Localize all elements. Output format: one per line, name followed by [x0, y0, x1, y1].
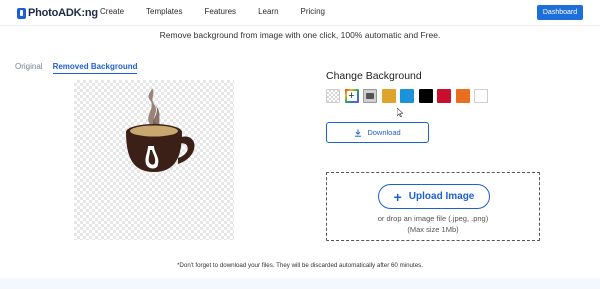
page-subtitle: Remove background from image with one cl… — [159, 30, 441, 40]
plus-icon: + — [348, 90, 355, 102]
dashboard-button[interactable]: Dashboard — [537, 5, 583, 20]
drop-hint: or drop an image file (.jpeg, .png) — [377, 214, 489, 223]
footer-band — [0, 278, 600, 289]
top-navbar: PhotoADK:ng Create Templates Features Le… — [0, 0, 600, 26]
mouse-cursor-icon — [397, 108, 403, 117]
swatch-white[interactable] — [474, 89, 488, 103]
logo-text: PhotoADK:ng — [28, 7, 98, 19]
footnote: *Don't forget to download your files. Th… — [177, 262, 423, 269]
plus-icon: + — [393, 188, 402, 205]
swatch-image[interactable] — [363, 89, 377, 103]
view-tabs: Original Removed Background — [15, 62, 147, 74]
upload-image-button[interactable]: + Upload Image — [378, 184, 490, 209]
logo-icon — [17, 7, 26, 19]
swatch-orange[interactable] — [455, 89, 470, 103]
nav-link-pricing[interactable]: Pricing — [301, 7, 325, 16]
swatch-yellow[interactable] — [381, 89, 396, 103]
nav-links: Create Templates Features Learn Pricing — [100, 7, 347, 16]
image-icon — [366, 93, 374, 99]
swatch-red[interactable] — [437, 89, 451, 103]
download-button[interactable]: Download — [326, 122, 429, 143]
swatch-transparent[interactable] — [326, 89, 340, 103]
tab-original[interactable]: Original — [15, 62, 43, 74]
change-background-title: Change Background — [326, 70, 422, 82]
tab-removed-background[interactable]: Removed Background — [52, 62, 138, 74]
nav-link-learn[interactable]: Learn — [258, 7, 278, 16]
max-size-note: (Max size 1Mb) — [407, 225, 459, 234]
nav-link-templates[interactable]: Templates — [146, 7, 182, 16]
nav-link-create[interactable]: Create — [100, 7, 124, 16]
download-label: Download — [367, 128, 401, 137]
download-icon — [355, 129, 362, 137]
upload-label: Upload Image — [408, 191, 475, 202]
swatch-add-color[interactable]: + — [345, 89, 359, 103]
logo[interactable]: PhotoADK:ng — [17, 6, 98, 20]
swatch-blue[interactable] — [400, 89, 414, 103]
nav-link-features[interactable]: Features — [204, 7, 236, 16]
swatch-black[interactable] — [418, 89, 433, 103]
coffee-cup-image — [126, 88, 195, 172]
image-preview — [74, 80, 234, 240]
upload-dropzone[interactable]: + Upload Image or drop an image file (.j… — [326, 172, 540, 241]
background-swatches: + — [326, 89, 493, 103]
